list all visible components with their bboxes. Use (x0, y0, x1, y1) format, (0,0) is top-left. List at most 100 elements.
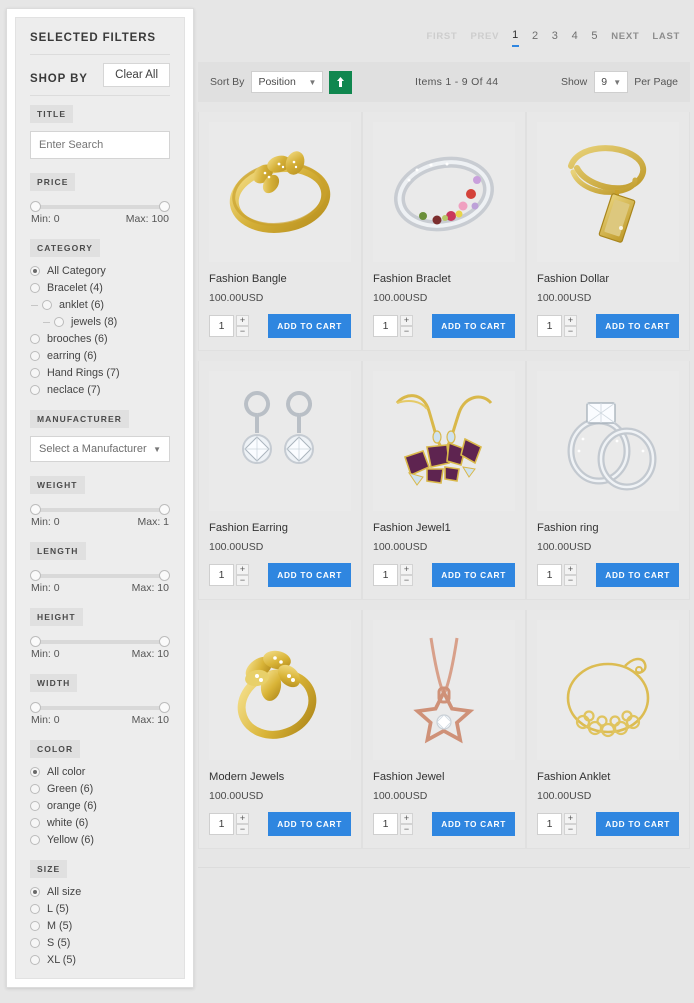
clear-all-button[interactable]: Clear All (103, 63, 170, 87)
product-card[interactable]: Fashion Earring 100.00USD 1 + − ADD TO CART (198, 361, 362, 600)
height-slider[interactable]: Min: 0 Max: 10 (30, 636, 170, 660)
quantity-decrease-button[interactable]: − (564, 824, 577, 835)
slider-knob-min[interactable] (30, 504, 41, 515)
add-to-cart-button[interactable]: ADD TO CART (432, 314, 515, 338)
width-slider[interactable]: Min: 0 Max: 10 (30, 702, 170, 726)
category-option[interactable]: All Category (30, 265, 170, 277)
slider-knob-max[interactable] (159, 702, 170, 713)
slider-knob-max[interactable] (159, 636, 170, 647)
pagination-page-2[interactable]: 2 (532, 30, 539, 46)
pagination-first[interactable]: FIRST (426, 31, 457, 46)
add-to-cart-button[interactable]: ADD TO CART (268, 812, 351, 836)
radio-icon[interactable] (54, 317, 64, 327)
category-option[interactable]: brooches (6) (30, 333, 170, 345)
quantity-increase-button[interactable]: + (236, 315, 249, 326)
quantity-input[interactable]: 1 (209, 564, 234, 586)
slider-track[interactable] (30, 702, 170, 713)
add-to-cart-button[interactable]: ADD TO CART (432, 812, 515, 836)
slider-knob-min[interactable] (30, 201, 41, 212)
slider-track[interactable] (30, 201, 170, 212)
slider-track[interactable] (30, 636, 170, 647)
quantity-input[interactable]: 1 (373, 564, 398, 586)
product-card[interactable]: Modern Jewels 100.00USD 1 + − ADD TO CART (198, 610, 362, 849)
quantity-decrease-button[interactable]: − (400, 326, 413, 337)
quantity-decrease-button[interactable]: − (564, 575, 577, 586)
quantity-increase-button[interactable]: + (564, 315, 577, 326)
product-image-rose-gold-star-pendant[interactable] (373, 620, 515, 760)
slider-knob-max[interactable] (159, 570, 170, 581)
product-card[interactable]: Fashion Anklet 100.00USD 1 + − ADD TO CART (526, 610, 690, 849)
slider-track[interactable] (30, 504, 170, 515)
pagination-prev[interactable]: PREV (470, 31, 499, 46)
product-image-gold-flower-ring[interactable] (209, 620, 351, 760)
radio-icon[interactable] (30, 368, 40, 378)
add-to-cart-button[interactable]: ADD TO CART (596, 563, 679, 587)
radio-icon[interactable] (30, 334, 40, 344)
pagination-page-4[interactable]: 4 (572, 30, 579, 46)
pagination-page-1[interactable]: 1 (512, 29, 519, 47)
size-option[interactable]: XL (5) (30, 954, 170, 966)
category-option[interactable]: jewels (8) (30, 316, 170, 328)
pagination-page-5[interactable]: 5 (591, 30, 598, 46)
radio-icon[interactable] (30, 784, 40, 794)
quantity-increase-button[interactable]: + (564, 564, 577, 575)
quantity-increase-button[interactable]: + (564, 813, 577, 824)
quantity-input[interactable]: 1 (209, 315, 234, 337)
product-card[interactable]: Fashion Jewel1 100.00USD 1 + − ADD TO CART (362, 361, 526, 600)
radio-icon[interactable] (30, 767, 40, 777)
radio-icon[interactable] (30, 921, 40, 931)
slider-knob-max[interactable] (159, 504, 170, 515)
product-image-silver-gem-bracelet[interactable] (373, 122, 515, 262)
product-image-gold-bangle[interactable] (209, 122, 351, 262)
radio-icon[interactable] (30, 955, 40, 965)
quantity-input[interactable]: 1 (537, 564, 562, 586)
radio-icon[interactable] (30, 835, 40, 845)
product-card[interactable]: Fashion Jewel 100.00USD 1 + − ADD TO CART (362, 610, 526, 849)
pagination-next[interactable]: NEXT (611, 31, 639, 46)
quantity-input[interactable]: 1 (209, 813, 234, 835)
product-image-silver-diamond-rings[interactable] (537, 371, 679, 511)
quantity-decrease-button[interactable]: − (564, 326, 577, 337)
add-to-cart-button[interactable]: ADD TO CART (596, 314, 679, 338)
quantity-decrease-button[interactable]: − (236, 326, 249, 337)
quantity-increase-button[interactable]: + (400, 315, 413, 326)
slider-knob-min[interactable] (30, 570, 41, 581)
size-option[interactable]: All size (30, 886, 170, 898)
quantity-input[interactable]: 1 (373, 315, 398, 337)
quantity-increase-button[interactable]: + (400, 564, 413, 575)
manufacturer-select[interactable]: Select a Manufacturer ▼ (30, 436, 170, 462)
radio-icon[interactable] (30, 818, 40, 828)
pagination-page-3[interactable]: 3 (552, 30, 559, 46)
size-option[interactable]: L (5) (30, 903, 170, 915)
size-option[interactable]: S (5) (30, 937, 170, 949)
quantity-input[interactable]: 1 (373, 813, 398, 835)
radio-icon[interactable] (30, 801, 40, 811)
add-to-cart-button[interactable]: ADD TO CART (596, 812, 679, 836)
product-image-purple-gem-necklace-set[interactable] (373, 371, 515, 511)
category-option[interactable]: Hand Rings (7) (30, 367, 170, 379)
add-to-cart-button[interactable]: ADD TO CART (268, 314, 351, 338)
color-option[interactable]: orange (6) (30, 800, 170, 812)
color-option[interactable]: white (6) (30, 817, 170, 829)
slider-knob-min[interactable] (30, 636, 41, 647)
quantity-input[interactable]: 1 (537, 813, 562, 835)
per-page-select[interactable]: 9 ▼ (594, 71, 629, 93)
quantity-decrease-button[interactable]: − (236, 575, 249, 586)
color-option[interactable]: All color (30, 766, 170, 778)
radio-icon[interactable] (30, 351, 40, 361)
sort-direction-button[interactable] (329, 70, 353, 94)
price-slider[interactable]: Min: 0 Max: 100 (30, 201, 170, 225)
quantity-increase-button[interactable]: + (400, 813, 413, 824)
radio-icon[interactable] (30, 904, 40, 914)
category-option[interactable]: anklet (6) (30, 299, 170, 311)
product-card[interactable]: Fashion Dollar 100.00USD 1 + − ADD TO CART (526, 112, 690, 351)
size-option[interactable]: M (5) (30, 920, 170, 932)
product-image-gold-anklet-chain[interactable] (537, 620, 679, 760)
category-option[interactable]: neclace (7) (30, 384, 170, 396)
product-card[interactable]: Fashion ring 100.00USD 1 + − ADD TO CART (526, 361, 690, 600)
product-card[interactable]: Fashion Braclet 100.00USD 1 + − ADD TO CART (362, 112, 526, 351)
slider-knob-max[interactable] (159, 201, 170, 212)
category-option[interactable]: earring (6) (30, 350, 170, 362)
quantity-decrease-button[interactable]: − (400, 824, 413, 835)
slider-knob-min[interactable] (30, 702, 41, 713)
